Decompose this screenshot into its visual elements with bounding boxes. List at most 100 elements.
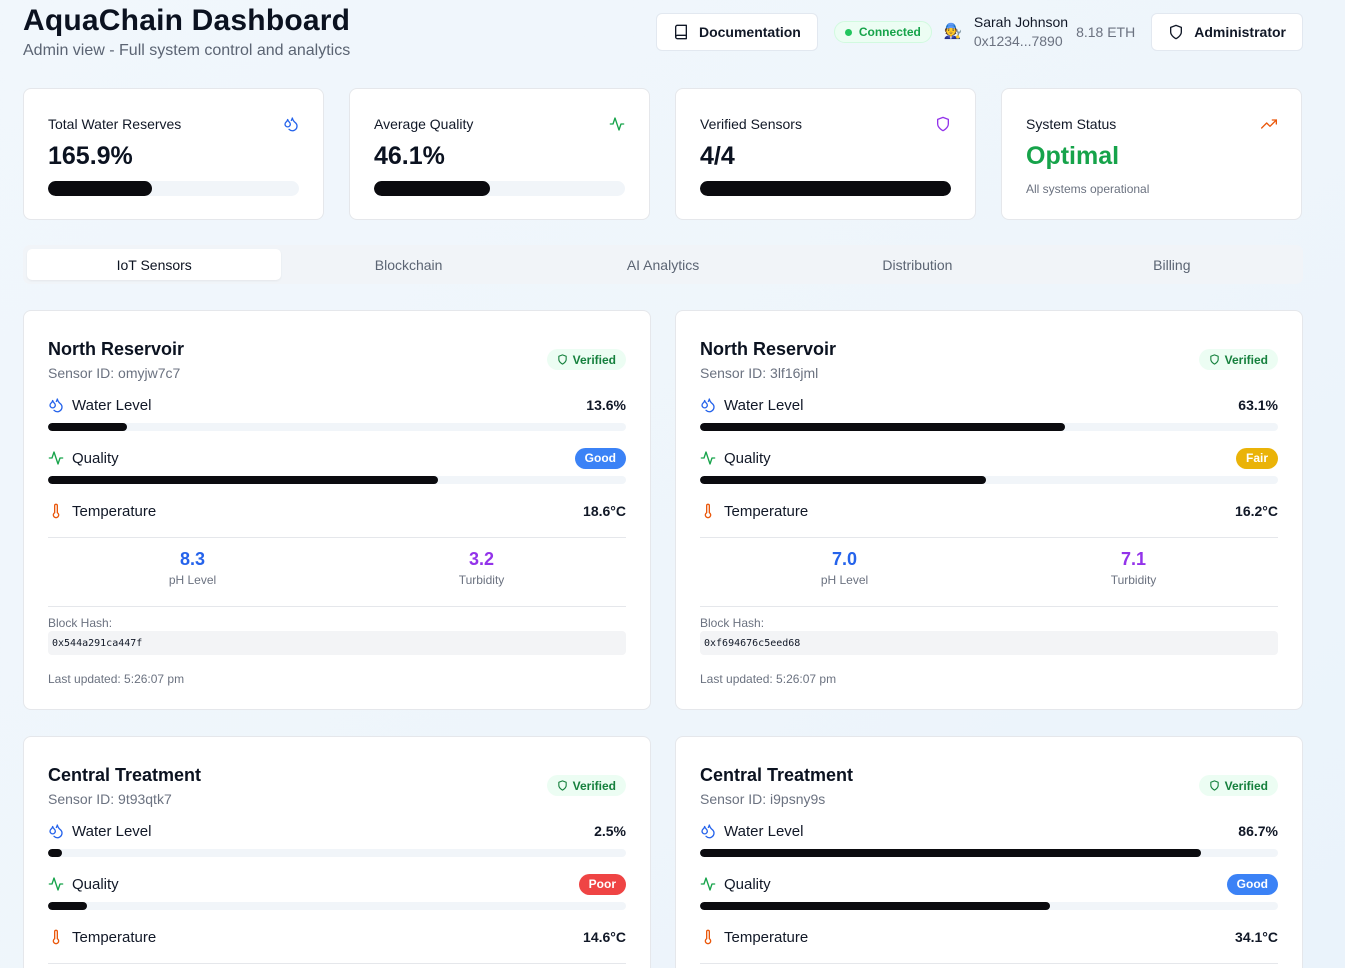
temperature-value: 18.6°C <box>583 503 626 519</box>
water-level-row: Water Level 86.7% <box>700 821 1278 841</box>
block-hash-label: Block Hash: <box>700 616 765 630</box>
page-title: AquaChain Dashboard <box>23 4 351 37</box>
water-level-bar <box>700 849 1278 857</box>
sensor-name: Central Treatment <box>700 765 854 785</box>
tab-bar: IoT Sensors Blockchain AI Analytics Dist… <box>23 245 1303 284</box>
sensor-card: Central Treatment Sensor ID: i9psny9s Ve… <box>675 736 1303 968</box>
stat-card-water-reserves: Total Water Reserves 165.9% <box>23 88 324 220</box>
shield-check-icon <box>557 354 567 365</box>
droplets-icon <box>49 398 63 413</box>
water-level-value: 86.7% <box>1238 823 1278 839</box>
tab-blockchain[interactable]: Blockchain <box>281 249 535 280</box>
stat-label: Average Quality <box>374 116 474 132</box>
activity-icon <box>48 451 64 465</box>
water-level-row: Water Level 2.5% <box>48 821 626 841</box>
temperature-value: 14.6°C <box>583 929 626 945</box>
divider <box>48 537 626 538</box>
metric-label: Quality <box>72 449 119 467</box>
sensor-id: Sensor ID: 3lf16jml <box>700 365 819 381</box>
divider <box>700 537 1278 538</box>
sensor-name: North Reservoir <box>48 339 185 359</box>
thermometer-icon <box>52 503 60 519</box>
metric-label: Quality <box>724 449 771 467</box>
turbidity-label: Turbidity <box>1110 573 1157 587</box>
sensor-card: Central Treatment Sensor ID: 9t93qtk7 Ve… <box>23 736 651 968</box>
stat-label: Total Water Reserves <box>48 116 182 132</box>
stat-card-average-quality: Average Quality 46.1% <box>349 88 650 220</box>
quality-bar-fill <box>700 902 1051 910</box>
documentation-label: Documentation <box>698 24 801 40</box>
connection-status-badge: Connected <box>833 21 932 43</box>
status-dot-icon <box>844 28 852 36</box>
temperature-row: Temperature 34.1°C <box>700 927 1278 947</box>
water-level-row: Water Level 13.6% <box>48 395 626 415</box>
temperature-row: Temperature 16.2°C <box>700 501 1278 521</box>
ph-label: pH Level <box>820 573 869 587</box>
divider <box>700 606 1278 607</box>
shield-check-icon <box>1209 354 1219 365</box>
thermometer-icon <box>52 929 60 945</box>
droplets-icon <box>49 824 63 839</box>
tab-distribution[interactable]: Distribution <box>790 249 1044 280</box>
tab-ai-analytics[interactable]: AI Analytics <box>536 249 790 280</box>
tab-iot-sensors[interactable]: IoT Sensors <box>27 249 282 280</box>
sensor-name: Central Treatment <box>48 765 202 785</box>
tab-billing[interactable]: Billing <box>1045 249 1299 280</box>
quality-row: Quality Poor <box>48 873 626 895</box>
verified-label: Verified <box>572 352 616 367</box>
documentation-button[interactable]: Documentation <box>655 13 818 51</box>
divider <box>48 963 626 964</box>
quality-badge: Fair <box>1235 447 1278 469</box>
page-subtitle: Admin view - Full system control and ana… <box>23 42 351 59</box>
water-level-value: 63.1% <box>1238 397 1278 413</box>
metric-label: Water Level <box>724 822 804 840</box>
metric-label: Temperature <box>72 928 157 946</box>
header-actions: Documentation Connected 🧑‍🔧 Sarah Johnso… <box>655 13 1303 51</box>
ph-value: 7.0 <box>831 549 858 569</box>
water-level-bar-fill <box>700 849 1202 857</box>
shield-icon <box>937 116 949 132</box>
droplets-icon <box>701 824 715 839</box>
quality-bar-fill <box>48 902 88 910</box>
quality-bar <box>700 476 1278 484</box>
block-hash-value: 0xf694676c5eed68 <box>700 631 1278 655</box>
sensor-id: Sensor ID: 9t93qtk7 <box>48 791 172 807</box>
verified-label: Verified <box>1224 778 1268 793</box>
progress-bar <box>48 181 299 196</box>
water-level-bar <box>48 423 626 431</box>
water-level-bar <box>48 849 626 857</box>
water-chemistry: 7.0 pH Level 7.1 Turbidity <box>700 549 1278 587</box>
block-hash-label: Block Hash: <box>48 616 113 630</box>
droplets-icon <box>284 117 298 132</box>
temperature-row: Temperature 18.6°C <box>48 501 626 521</box>
metric-label: Temperature <box>724 928 809 946</box>
water-level-value: 13.6% <box>586 397 626 413</box>
metric-label: Temperature <box>72 502 157 520</box>
sensor-name: North Reservoir <box>700 339 837 359</box>
turbidity-label: Turbidity <box>458 573 505 587</box>
metric-label: Temperature <box>724 502 809 520</box>
eth-balance: 8.18 ETH <box>1076 24 1136 40</box>
administrator-button[interactable]: Administrator <box>1151 13 1303 51</box>
stat-label: Verified Sensors <box>700 116 802 132</box>
sensor-card: North Reservoir Sensor ID: omyjw7c7 Veri… <box>23 310 651 710</box>
metric-label: Water Level <box>72 396 152 414</box>
water-level-value: 2.5% <box>594 823 626 839</box>
stat-card-system-status: System Status Optimal All systems operat… <box>1001 88 1302 220</box>
progress-bar-fill <box>48 181 153 196</box>
ph-value: 8.3 <box>179 549 206 569</box>
stat-value: 46.1% <box>374 142 445 170</box>
sensor-id: Sensor ID: i9psny9s <box>700 791 826 807</box>
sensor-card: North Reservoir Sensor ID: 3lf16jml Veri… <box>675 310 1303 710</box>
divider <box>48 606 626 607</box>
role-label: Administrator <box>1194 24 1286 40</box>
user-profile[interactable]: 🧑‍🔧 Sarah Johnson 0x1234...7890 <box>944 13 1068 51</box>
quality-row: Quality Good <box>700 873 1278 895</box>
progress-bar <box>700 181 951 196</box>
water-level-bar-fill <box>48 849 63 857</box>
quality-row: Quality Fair <box>700 447 1278 469</box>
thermometer-icon <box>704 503 712 519</box>
water-level-bar-fill <box>700 423 1065 431</box>
water-level-row: Water Level 63.1% <box>700 395 1278 415</box>
activity-icon <box>48 877 64 891</box>
